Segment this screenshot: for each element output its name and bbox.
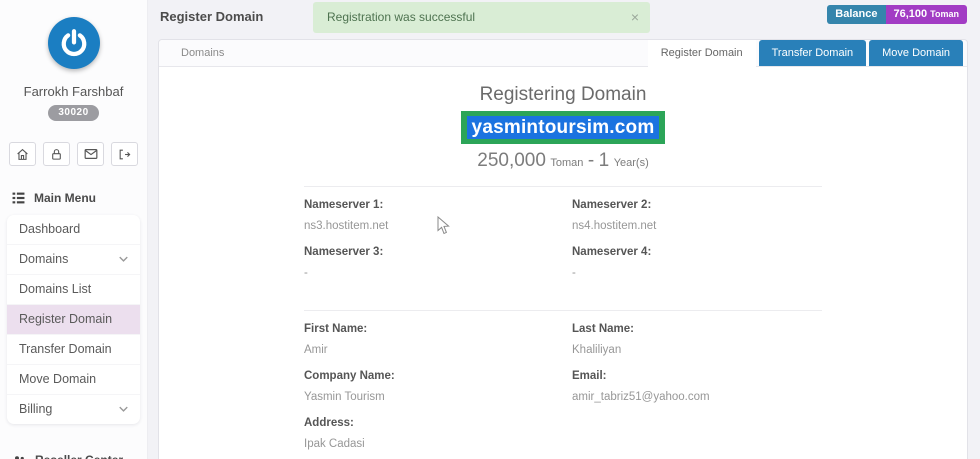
card-header: Domains Register Domain Transfer Domain …: [159, 40, 967, 67]
menu-item-label: Move Domain: [19, 372, 96, 386]
field-value: ns4.hostitem.net: [572, 220, 822, 233]
tab-bar: Register Domain Transfer Domain Move Dom…: [648, 40, 963, 66]
field-value: Khaliliyan: [572, 344, 822, 357]
field-value: amir_tabriz51@yahoo.com: [572, 391, 822, 404]
balance-currency: Toman: [930, 9, 959, 19]
menu-item-label: Domains List: [19, 282, 91, 296]
sidebar-item-domains[interactable]: Domains: [7, 245, 140, 275]
logout-icon: [118, 148, 131, 161]
home-icon: [16, 148, 29, 161]
divider: [304, 186, 822, 187]
tab-transfer-domain[interactable]: Transfer Domain: [759, 40, 867, 66]
field-first-name: First Name: Amir: [304, 323, 572, 357]
registering-domain-heading: Registering Domain: [159, 84, 967, 106]
reseller-center-header: Reseller Center: [12, 453, 147, 459]
field-label: Address:: [304, 417, 572, 429]
sidebar: Farrokh Farshbaf 30020: [0, 0, 148, 459]
menu-item-label: Dashboard: [19, 222, 80, 236]
list-icon: [12, 192, 25, 204]
quick-actions: [0, 142, 147, 166]
main-menu: Dashboard Domains Domains List Register …: [7, 215, 140, 424]
price-years: 1: [599, 150, 610, 171]
user-id-badge: 30020: [48, 105, 98, 121]
field-value: -: [304, 267, 572, 280]
field-nameserver1: Nameserver 1: ns3.hostitem.net: [304, 199, 572, 233]
main-area: Register Domain Registration was success…: [148, 0, 980, 459]
price-years-label: Year(s): [614, 157, 649, 169]
chevron-down-icon: [119, 406, 128, 412]
price-separator: -: [588, 150, 594, 171]
menu-item-label: Domains: [19, 252, 68, 266]
field-value: Yasmin Tourism: [304, 391, 572, 404]
domain-name-badge: yasmintoursim.com: [461, 111, 666, 144]
lock-button[interactable]: [43, 142, 70, 166]
field-value: Amir: [304, 344, 572, 357]
main-menu-label: Main Menu: [34, 191, 96, 205]
menu-item-label: Register Domain: [19, 312, 112, 326]
nameserver-fields: Nameserver 1: ns3.hostitem.net Nameserve…: [304, 199, 822, 293]
field-company-name: Company Name: Yasmin Tourism: [304, 370, 572, 404]
mail-button[interactable]: [77, 142, 104, 166]
field-value: ns3.hostitem.net: [304, 220, 572, 233]
page-title: Register Domain: [160, 9, 263, 24]
field-label: Company Name:: [304, 370, 572, 382]
logout-button[interactable]: [111, 142, 138, 166]
field-label: First Name:: [304, 323, 572, 335]
home-button[interactable]: [9, 142, 36, 166]
user-name: Farrokh Farshbaf: [0, 84, 147, 99]
sidebar-item-domains-list[interactable]: Domains List: [7, 275, 140, 305]
price-line: 250,000 Toman - 1 Year(s): [159, 150, 967, 172]
domain-details-form: Nameserver 1: ns3.hostitem.net Nameserve…: [304, 186, 822, 459]
power-icon: [59, 28, 89, 58]
field-empty: [572, 417, 822, 451]
alert-message: Registration was successful: [327, 10, 475, 24]
lock-icon: [50, 148, 63, 161]
field-value: Ipak Cadasi: [304, 438, 572, 451]
field-nameserver4: Nameserver 4: -: [572, 246, 822, 280]
menu-item-label: Transfer Domain: [19, 342, 112, 356]
card-body: Registering Domain yasmintoursim.com 250…: [159, 84, 967, 459]
field-last-name: Last Name: Khaliliyan: [572, 323, 822, 357]
sidebar-item-dashboard[interactable]: Dashboard: [7, 215, 140, 245]
tab-register-domain[interactable]: Register Domain: [648, 40, 756, 68]
field-address: Address: Ipak Cadasi: [304, 417, 572, 451]
balance-label: Balance: [827, 5, 885, 24]
content-card: Domains Register Domain Transfer Domain …: [158, 39, 968, 459]
success-alert: Registration was successful ×: [313, 2, 650, 33]
field-value: -: [572, 267, 822, 280]
field-value: [572, 438, 822, 451]
sidebar-item-move-domain[interactable]: Move Domain: [7, 365, 140, 395]
contact-fields: First Name: Amir Last Name: Khaliliyan C…: [304, 323, 822, 459]
breadcrumb: Domains: [159, 40, 224, 66]
reseller-center-label: Reseller Center: [35, 453, 123, 459]
balance-amount: 76,100: [894, 8, 928, 20]
field-email: Email: amir_tabriz51@yahoo.com: [572, 370, 822, 404]
tab-move-domain[interactable]: Move Domain: [869, 40, 963, 66]
chevron-down-icon: [119, 256, 128, 262]
field-label: Nameserver 3:: [304, 246, 572, 258]
domain-name: yasmintoursim.com: [467, 116, 660, 139]
balance-badge: Balance 76,100Toman: [827, 5, 967, 24]
sidebar-item-billing[interactable]: Billing: [7, 395, 140, 424]
close-icon[interactable]: ×: [631, 2, 639, 33]
app-logo: [48, 17, 100, 69]
price-currency: Toman: [550, 157, 583, 169]
field-label: Nameserver 1:: [304, 199, 572, 211]
field-label: Email:: [572, 370, 822, 382]
field-label: [572, 417, 822, 429]
field-label: Nameserver 2:: [572, 199, 822, 211]
divider: [304, 310, 822, 311]
menu-item-label: Billing: [19, 402, 52, 416]
field-nameserver2: Nameserver 2: ns4.hostitem.net: [572, 199, 822, 233]
users-icon: [12, 455, 26, 459]
price-amount: 250,000: [477, 150, 546, 171]
balance-value: 76,100Toman: [886, 5, 968, 24]
field-nameserver3: Nameserver 3: -: [304, 246, 572, 280]
mail-icon: [84, 148, 98, 160]
field-label: Last Name:: [572, 323, 822, 335]
sidebar-item-transfer-domain[interactable]: Transfer Domain: [7, 335, 140, 365]
main-menu-header: Main Menu: [12, 191, 147, 205]
sidebar-item-register-domain[interactable]: Register Domain: [7, 305, 140, 335]
field-label: Nameserver 4:: [572, 246, 822, 258]
